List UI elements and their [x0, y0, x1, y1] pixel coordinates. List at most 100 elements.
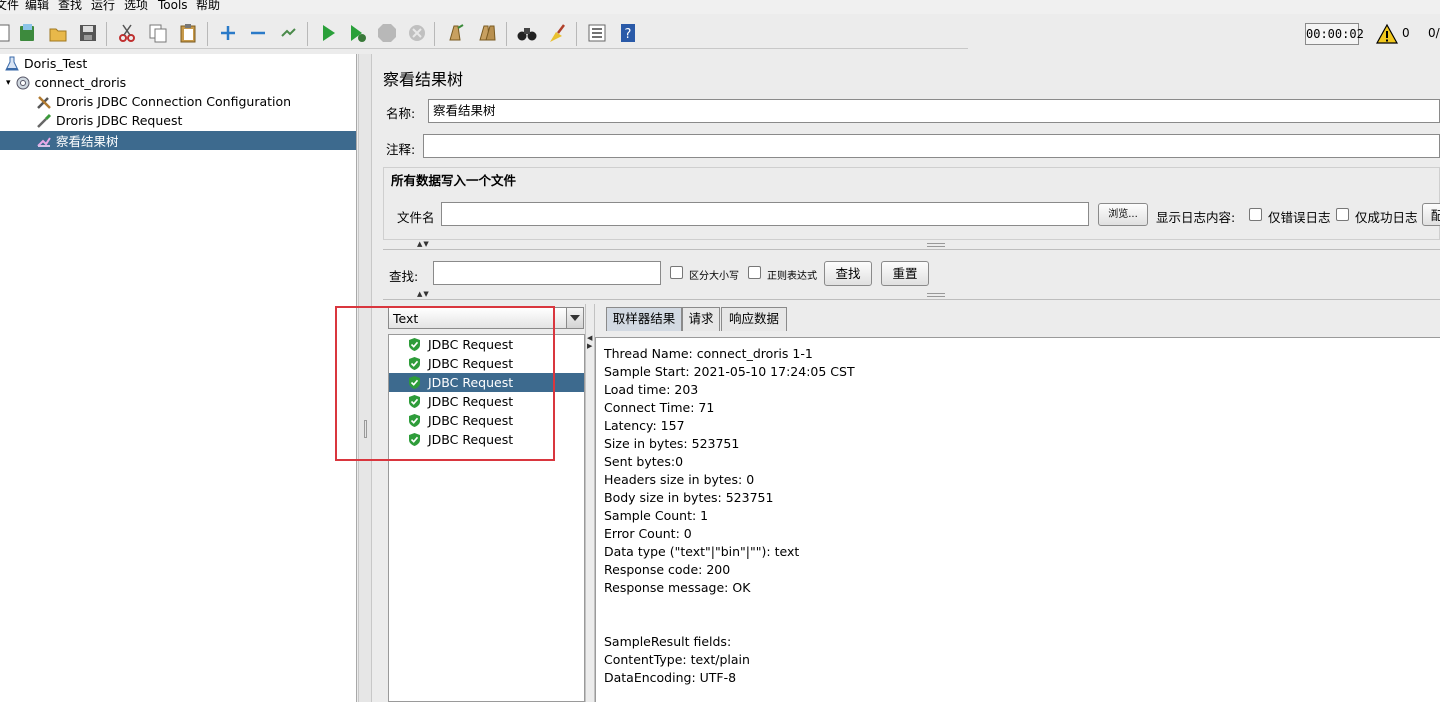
- sampler-result-text[interactable]: Thread Name: connect_droris 1-1 Sample S…: [595, 337, 1440, 702]
- shutdown-icon[interactable]: [404, 20, 430, 46]
- menu-help[interactable]: 帮助: [196, 0, 220, 12]
- tree-node-jdbc-config[interactable]: Droris JDBC Connection Configuration: [36, 92, 291, 111]
- menu-tools[interactable]: Tools: [158, 0, 188, 12]
- collapse-icon[interactable]: [245, 20, 271, 46]
- tree-node-label: Doris_Test: [24, 56, 88, 71]
- config-element-icon: [36, 94, 52, 110]
- comment-field[interactable]: [423, 134, 1440, 158]
- search-input[interactable]: [433, 261, 661, 285]
- menu-run[interactable]: 运行: [91, 0, 115, 12]
- tree-node-label: 察看结果树: [56, 134, 119, 149]
- search-label: 查找:: [389, 269, 419, 284]
- splitter-arrows-icon[interactable]: ▲▼: [417, 290, 430, 298]
- name-field[interactable]: 察看结果树: [428, 99, 1440, 123]
- filename-label: 文件名: [397, 210, 435, 225]
- warning-count: 0: [1402, 26, 1410, 40]
- file-group-title: 所有数据写入一个文件: [391, 173, 517, 188]
- save-icon[interactable]: [75, 20, 101, 46]
- toolbar: ? 00:00:02 0 0/: [0, 14, 1440, 54]
- detail-line: Connect Time: 71: [604, 400, 715, 415]
- detail-line: Thread Name: connect_droris 1-1: [604, 346, 813, 361]
- copy-icon[interactable]: [145, 20, 171, 46]
- chevron-down-icon[interactable]: [566, 308, 583, 328]
- detail-line: Sent bytes:0: [604, 454, 684, 469]
- warning-icon[interactable]: [1376, 23, 1398, 45]
- detail-line: ContentType: text/plain: [604, 652, 750, 667]
- tree-node-label: Droris JDBC Connection Configuration: [56, 94, 292, 109]
- case-sensitive-checkbox[interactable]: [670, 266, 683, 279]
- detail-line: Data type ("text"|"bin"|""): text: [604, 544, 800, 559]
- write-to-file-group: 所有数据写入一个文件 文件名 浏览... 显示日志内容: 仅错误日志 仅成功日志…: [383, 167, 1440, 240]
- tree-node-view-results-tree[interactable]: 察看结果树: [0, 131, 356, 150]
- tree-node-thread-group[interactable]: ▾ connect_droris: [6, 73, 126, 92]
- thread-group-icon: [15, 75, 31, 91]
- function-helper-icon[interactable]: [584, 20, 610, 46]
- browse-button[interactable]: 浏览...: [1098, 203, 1148, 226]
- detail-line: Body size in bytes: 523751: [604, 490, 774, 505]
- menu-search[interactable]: 查找: [58, 0, 82, 12]
- tab-sampler-result[interactable]: 取样器结果: [606, 307, 682, 331]
- elapsed-time: 00:00:02: [1305, 23, 1364, 45]
- configure-button[interactable]: 配: [1422, 203, 1440, 226]
- test-plan-icon: [4, 56, 20, 72]
- detail-line: Response message: OK: [604, 580, 751, 595]
- expand-arrow-icon[interactable]: ▾: [6, 78, 11, 88]
- templates-icon[interactable]: [14, 20, 40, 46]
- menu-file[interactable]: 文件: [0, 0, 19, 12]
- start-icon[interactable]: [315, 20, 341, 46]
- clear-all-icon[interactable]: [474, 20, 500, 46]
- sampler-icon: [36, 113, 52, 129]
- reset-search-icon[interactable]: [544, 20, 570, 46]
- help-icon[interactable]: ?: [615, 20, 641, 46]
- detail-line: Headers size in bytes: 0: [604, 472, 755, 487]
- clear-icon[interactable]: [442, 20, 468, 46]
- test-plan-tree[interactable]: Doris_Test ▾ connect_droris Droris JDBC …: [0, 54, 357, 702]
- menu-options[interactable]: 选项: [124, 0, 148, 12]
- comment-label: 注释:: [386, 142, 416, 157]
- detail-line: Response code: 200: [604, 562, 731, 577]
- open-icon[interactable]: [45, 20, 71, 46]
- tree-node-label: Droris JDBC Request: [56, 113, 183, 128]
- listener-icon: [36, 133, 52, 149]
- highlight-annotation-box: [335, 306, 555, 461]
- collapse-arrows-icon[interactable]: ◀ ▶: [587, 334, 592, 350]
- detail-line: Error Count: 0: [604, 526, 692, 541]
- active-threads-count: 0/: [1428, 26, 1440, 40]
- paste-icon[interactable]: [175, 20, 201, 46]
- detail-line: Latency: 157: [604, 418, 685, 433]
- stop-icon[interactable]: [374, 20, 400, 46]
- tab-response-data[interactable]: 响应数据: [721, 307, 787, 331]
- reset-button[interactable]: 重置: [881, 261, 929, 286]
- toggle-icon[interactable]: [275, 20, 301, 46]
- splitter-bottom[interactable]: ▲▼: [383, 290, 1440, 300]
- detail-line: DataEncoding: UTF-8: [604, 670, 737, 685]
- result-split-divider[interactable]: ◀ ▶: [585, 304, 595, 702]
- regex-checkbox[interactable]: [748, 266, 761, 279]
- errors-only-checkbox[interactable]: [1249, 208, 1262, 221]
- case-sensitive-label: 区分大小写: [689, 271, 739, 282]
- start-no-pause-icon[interactable]: [344, 20, 370, 46]
- cut-icon[interactable]: [114, 20, 140, 46]
- detail-line: Size in bytes: 523751: [604, 436, 740, 451]
- success-only-checkbox[interactable]: [1336, 208, 1349, 221]
- svg-text:?: ?: [625, 27, 632, 42]
- tree-node-jdbc-request[interactable]: Droris JDBC Request: [36, 111, 182, 130]
- tab-request[interactable]: 请求: [682, 307, 720, 331]
- search-icon[interactable]: [514, 20, 540, 46]
- regex-label: 正则表达式: [767, 271, 817, 282]
- page-title: 察看结果树: [383, 70, 464, 89]
- name-label: 名称:: [386, 106, 416, 121]
- detail-line: Sample Count: 1: [604, 508, 709, 523]
- detail-line: SampleResult fields:: [604, 634, 732, 649]
- expand-icon[interactable]: [215, 20, 241, 46]
- search-button[interactable]: 查找: [824, 261, 872, 286]
- tree-node-test-plan[interactable]: Doris_Test: [4, 54, 87, 73]
- menu-edit[interactable]: 编辑: [25, 0, 49, 12]
- menu-bar: 文件 编辑 查找 运行 选项 Tools 帮助: [0, 0, 1440, 14]
- splitter-arrows-icon[interactable]: ▲▼: [417, 240, 430, 248]
- success-only-label: 仅成功日志: [1355, 210, 1418, 225]
- splitter-top[interactable]: ▲▼: [383, 240, 1440, 250]
- tree-node-label: connect_droris: [34, 75, 127, 90]
- filename-field[interactable]: [441, 202, 1089, 226]
- detail-line: Sample Start: 2021-05-10 17:24:05 CST: [604, 364, 855, 379]
